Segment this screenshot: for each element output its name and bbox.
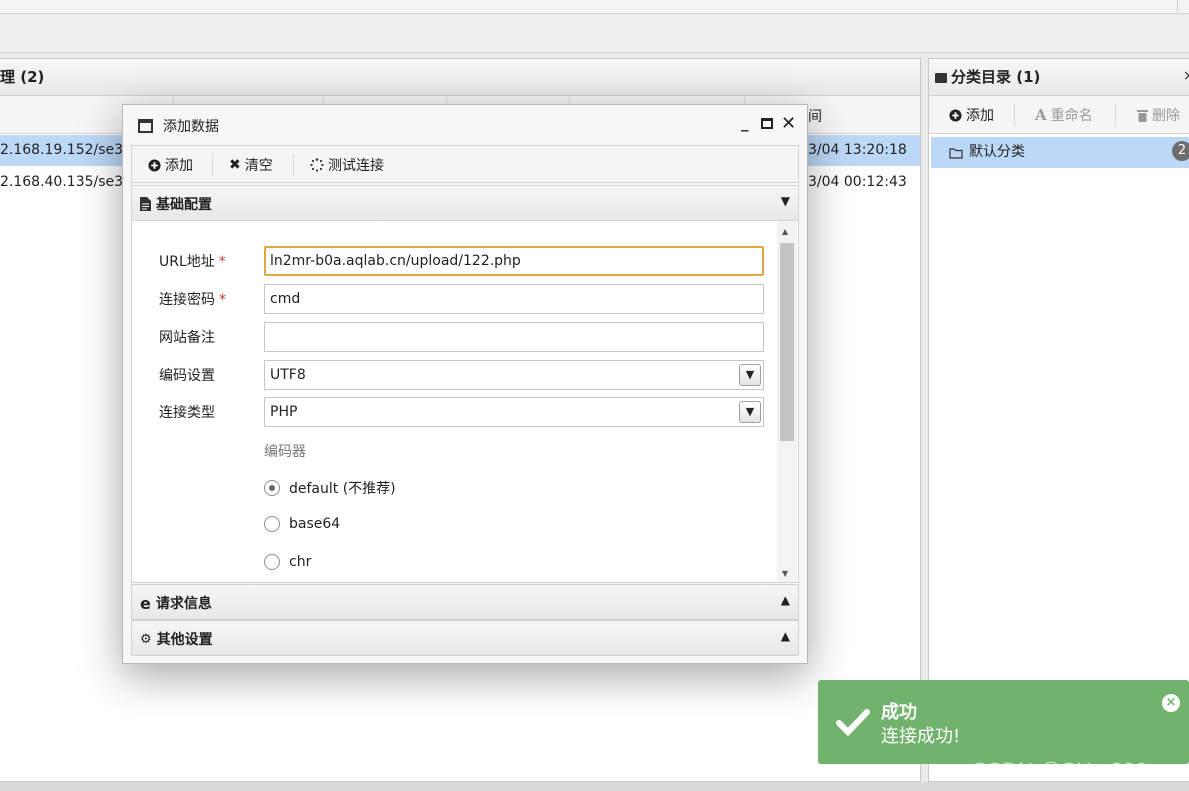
plus-circle-icon [148, 158, 161, 172]
minimize-icon[interactable]: _ [741, 114, 749, 132]
delete-label: 删除 [1152, 108, 1180, 124]
radio-label: chr [289, 554, 312, 570]
note-label: 网站备注 [159, 330, 215, 346]
folder-outline-icon [949, 147, 963, 159]
window-icon [138, 119, 153, 133]
add-label: 添加 [165, 158, 193, 174]
row-url: 2.168.40.135/se3 [0, 174, 124, 190]
scroll-up-icon[interactable]: ▲ [782, 227, 788, 236]
toolbar-divider [212, 154, 213, 176]
tree-item-default-category[interactable]: 默认分类 [931, 137, 1189, 168]
count-badge: 2 [1172, 141, 1189, 161]
ie-icon: e [140, 593, 151, 613]
encoder-radio-chr[interactable]: chr [264, 554, 311, 570]
radio-selected-icon [264, 480, 280, 496]
radio-label: base64 [289, 516, 341, 532]
add-category-label: 添加 [966, 108, 994, 124]
category-panel-title: 分类目录 (1) [929, 59, 1189, 96]
test-connection-label: 测试连接 [328, 158, 384, 174]
time-column-label: 间 [808, 109, 822, 125]
spinner-icon [310, 158, 324, 172]
delete-category-button[interactable]: 删除 [1137, 105, 1180, 125]
chevron-down-icon: ▼ [739, 401, 761, 423]
rename-category-button[interactable]: A 重命名 [1035, 105, 1093, 125]
category-panel: 分类目录 (1) 添加 A 重命名 删除 默认分类 [928, 58, 1189, 782]
category-title-text: 分类目录 (1) [951, 68, 1041, 86]
encoding-value: UTF8 [270, 367, 306, 383]
password-input[interactable]: cmd [264, 284, 764, 314]
url-label: URL地址 * [159, 254, 226, 270]
toolbar-divider [1014, 104, 1015, 126]
panel-close-icon[interactable]: × [1183, 68, 1189, 84]
password-label: 连接密码 * [159, 292, 226, 308]
close-icon[interactable]: ✕ [781, 113, 796, 134]
document-icon [140, 197, 151, 211]
dialog-title: 添加数据 [163, 119, 219, 135]
connection-type-select[interactable]: PHP ▼ [264, 397, 764, 427]
chevron-down-icon: ▼ [739, 364, 761, 386]
encoder-radio-base64[interactable]: base64 [264, 516, 340, 532]
radio-icon [264, 554, 280, 570]
font-icon: A [1035, 106, 1047, 124]
category-toolbar: 添加 A 重命名 删除 [929, 96, 1189, 134]
top-tabbar [0, 15, 1189, 53]
section-other-label: 其他设置 [156, 632, 213, 648]
bottom-statusbar [0, 782, 1189, 791]
toast-close-icon[interactable]: × [1162, 694, 1180, 712]
check-icon [836, 709, 870, 736]
dialog-titlebar[interactable]: 添加数据 _ ✕ [123, 105, 807, 145]
rename-label: 重命名 [1050, 108, 1093, 124]
basic-config-form: URL地址 * ln2mr-b0a.aqlab.cn/upload/122.php… [131, 221, 799, 583]
section-other-settings[interactable]: ⚙ 其他设置 ▲ [131, 620, 799, 656]
watermark: CSDN @SH . 336 [972, 759, 1148, 782]
chevron-down-icon: ▼ [780, 194, 790, 208]
type-value: PHP [270, 404, 298, 420]
toolbar-divider [293, 154, 294, 176]
encoder-radio-default[interactable]: default (不推荐) [264, 478, 396, 498]
url-input[interactable]: ln2mr-b0a.aqlab.cn/upload/122.php [264, 246, 764, 276]
type-label: 连接类型 [159, 405, 215, 421]
add-category-button[interactable]: 添加 [949, 105, 994, 125]
scroll-down-icon[interactable]: ▼ [782, 569, 788, 578]
row-time: 3/04 13:20:18 [808, 142, 907, 158]
data-panel-title: 理 (2) [0, 59, 920, 96]
section-basic-label: 基础配置 [156, 197, 212, 213]
menubar-divider [1177, 0, 1178, 12]
chevron-up-icon: ▲ [780, 593, 790, 607]
toast-title: 成功 [881, 702, 917, 723]
note-input[interactable] [264, 322, 764, 352]
x-icon: ✖ [229, 157, 241, 173]
add-button[interactable]: 添加 [148, 155, 193, 175]
plus-circle-icon [949, 108, 962, 122]
clear-button[interactable]: ✖ 清空 [229, 155, 273, 175]
row-url: 2.168.19.152/se3 [0, 142, 124, 158]
maximize-icon[interactable] [761, 118, 773, 129]
encoding-label: 编码设置 [159, 368, 215, 384]
gears-icon: ⚙ [140, 631, 152, 647]
test-connection-button[interactable]: 测试连接 [310, 155, 384, 175]
trash-icon [1137, 109, 1148, 122]
tree-item-label: 默认分类 [969, 144, 1025, 160]
encoder-title: 编码器 [264, 444, 306, 460]
radio-label: default (不推荐) [289, 481, 396, 497]
encoding-select[interactable]: UTF8 ▼ [264, 360, 764, 390]
top-menubar [0, 0, 1189, 14]
scrollbar-thumb[interactable] [780, 243, 794, 441]
clear-label: 清空 [244, 158, 273, 174]
chevron-up-icon: ▲ [780, 629, 790, 643]
section-request-info[interactable]: e 请求信息 ▲ [131, 584, 799, 620]
radio-icon [264, 516, 280, 532]
section-basic-config[interactable]: 基础配置 ▼ [131, 185, 799, 221]
section-request-label: 请求信息 [155, 596, 212, 612]
folder-icon [935, 73, 947, 83]
form-scrollbar[interactable]: ▲ ▼ [777, 221, 797, 582]
toolbar-divider [1115, 104, 1116, 126]
success-toast: 成功 连接成功! × [818, 680, 1189, 764]
add-data-dialog: 添加数据 _ ✕ 添加 ✖ 清空 测试连接 基础配置 ▼ URL地址 * ln2m… [122, 104, 808, 664]
toast-message: 连接成功! [881, 726, 961, 747]
dialog-toolbar: 添加 ✖ 清空 测试连接 [131, 145, 799, 183]
row-time: 3/04 00:12:43 [808, 174, 907, 190]
